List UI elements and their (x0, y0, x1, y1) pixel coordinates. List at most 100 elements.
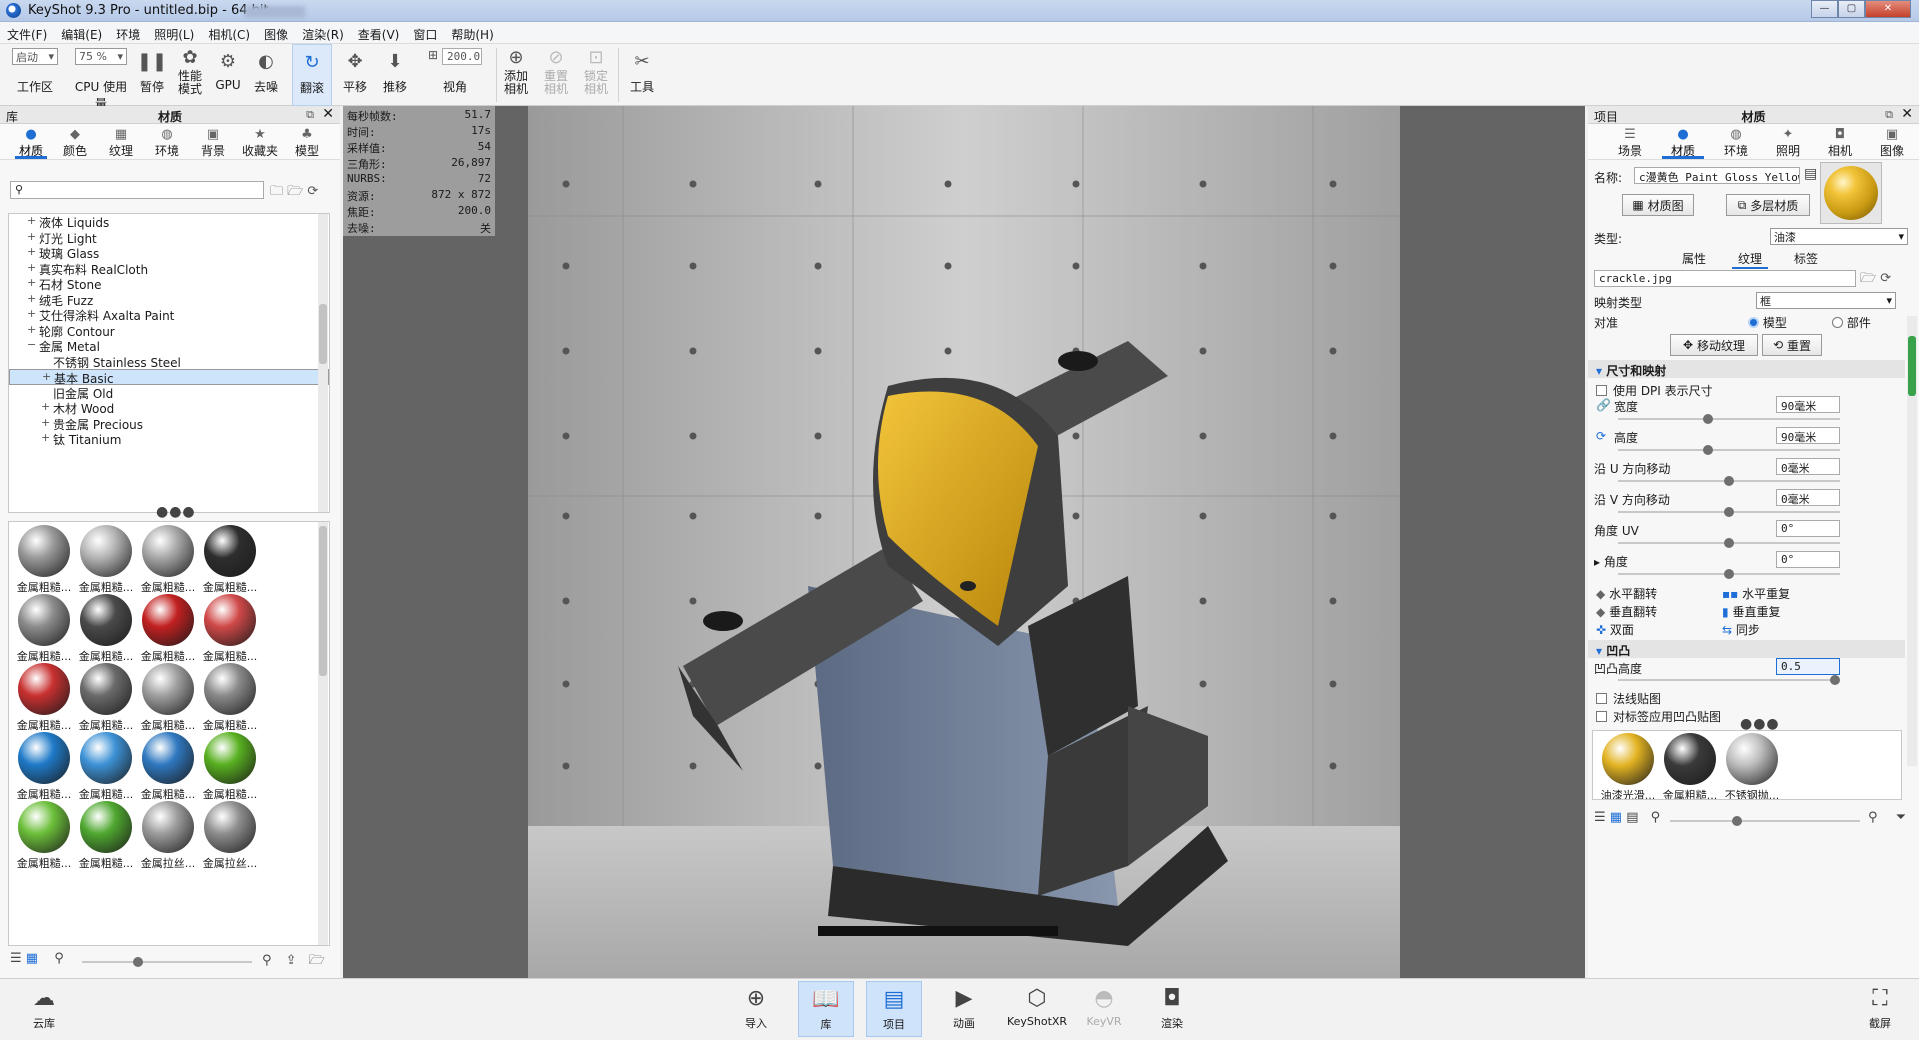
flip-vertical-toggle[interactable]: ◆ 垂直翻转 (1596, 603, 1657, 620)
property-slider[interactable] (1618, 538, 1840, 548)
close-button[interactable]: ✕ (1865, 0, 1911, 18)
material-thumbnail[interactable]: 金属粗糙... (137, 662, 199, 732)
material-thumbnail[interactable]: 金属粗糙... (199, 662, 261, 732)
material-thumbnail[interactable]: 金属拉丝... (199, 800, 261, 870)
texture-file-input[interactable]: crackle.jpg (1594, 270, 1856, 287)
expand-icon[interactable]: + (27, 292, 36, 305)
project-material-thumbnail[interactable]: 金属粗糙... (1659, 732, 1721, 799)
size-mapping-section[interactable]: ▾ 尺寸和映射 (1588, 360, 1905, 378)
tab-environments[interactable]: ◍ 环境 (144, 124, 190, 159)
tab-backplates[interactable]: ▣ 背景 (190, 124, 236, 159)
material-preview[interactable] (1820, 162, 1882, 224)
undock-icon[interactable]: ⧉ (1885, 108, 1893, 122)
tree-item[interactable]: + 贵金属 Precious (9, 416, 329, 432)
slider-knob[interactable] (1724, 476, 1734, 486)
material-thumbnail[interactable]: 金属粗糙... (13, 800, 75, 870)
subtab-textures[interactable]: 纹理 (1732, 250, 1769, 269)
render-button[interactable]: ◘ 渲染 (1144, 981, 1200, 1037)
expand-icon[interactable]: + (41, 416, 50, 429)
menu-lighting[interactable]: 照明(L) (147, 22, 201, 43)
list-view-icon[interactable]: ☰ (1594, 810, 1606, 825)
expand-icon[interactable]: + (27, 230, 36, 243)
library-button[interactable]: 📖 库 (798, 981, 854, 1037)
property-value-input[interactable]: 0° (1776, 551, 1840, 568)
tree-item[interactable]: 旧金属 Old (9, 385, 329, 401)
open-folder-icon[interactable]: 🗁 (1860, 271, 1876, 286)
link-icon[interactable]: 🔗 (1596, 398, 1611, 412)
menu-environment[interactable]: 环境 (109, 22, 147, 43)
material-thumbnail[interactable]: 金属粗糙... (13, 731, 75, 801)
tumble-button[interactable]: ↻ 翻滚 (292, 44, 332, 106)
expand-icon[interactable]: + (27, 245, 36, 258)
property-slider[interactable] (1618, 569, 1840, 579)
tree-item[interactable]: + 艾仕得涂料 Axalta Paint (9, 307, 329, 323)
properties-scrollbar[interactable] (1907, 316, 1917, 766)
subtab-properties[interactable]: 属性 (1682, 250, 1706, 269)
expand-icon[interactable]: + (27, 323, 36, 336)
menu-window[interactable]: 窗口 (406, 22, 444, 43)
bump-height-input[interactable]: 0.5 (1776, 658, 1840, 675)
normal-map-checkbox[interactable]: 法线贴图 (1596, 690, 1661, 707)
reset-texture-button[interactable]: ⟲ 重置 (1762, 334, 1822, 356)
tree-item[interactable]: + 灯光 Light (9, 230, 329, 246)
bump-height-slider[interactable] (1618, 675, 1840, 685)
menu-file[interactable]: 文件(F) (0, 22, 54, 43)
menu-view[interactable]: 查看(V) (351, 22, 407, 43)
material-thumbnail[interactable]: 金属粗糙... (13, 524, 75, 594)
property-slider[interactable] (1618, 445, 1840, 455)
move-texture-button[interactable]: ✥ 移动纹理 (1670, 334, 1758, 356)
tree-item[interactable]: + 钛 Titanium (9, 431, 329, 447)
cloud-library-button[interactable]: ☁ 云库 (16, 981, 72, 1037)
refresh-icon[interactable]: ⟳ (1596, 429, 1606, 443)
tab-textures[interactable]: ▦ 纹理 (98, 124, 144, 159)
tab-camera[interactable]: ◘ 相机 (1814, 124, 1866, 159)
keyvr-button[interactable]: ◓ KeyVR (1076, 981, 1132, 1037)
tree-scrollbar[interactable] (318, 214, 328, 512)
slider-knob[interactable] (1724, 569, 1734, 579)
material-thumbnail[interactable]: 金属粗糙... (75, 800, 137, 870)
animation-button[interactable]: ▶ 动画 (936, 981, 992, 1037)
property-value-input[interactable]: 90毫米 (1776, 427, 1840, 444)
repeat-horizontal-toggle[interactable]: ▪▪ 水平重复 (1722, 585, 1790, 602)
material-thumbnail[interactable]: 金属粗糙... (75, 731, 137, 801)
refresh-icon[interactable]: ⟳ (307, 184, 318, 199)
slider-knob[interactable] (1830, 675, 1840, 685)
material-thumbnail[interactable]: 金属粗糙... (137, 593, 199, 663)
tile-view-icon[interactable]: ▤ (1626, 810, 1638, 825)
material-thumbnail[interactable]: 金属粗糙... (13, 593, 75, 663)
expand-icon[interactable]: + (27, 214, 36, 227)
denoise-button[interactable]: ◐ 去噪 (248, 44, 284, 106)
property-slider[interactable] (1618, 414, 1840, 424)
expand-icon[interactable]: + (27, 276, 36, 289)
tree-item[interactable]: + 木材 Wood (9, 400, 329, 416)
collapse-icon[interactable]: − (27, 338, 36, 351)
keyshotxr-button[interactable]: ⬡ KeyShotXR (1004, 981, 1070, 1037)
align-model-radio[interactable]: 模型 (1748, 314, 1787, 331)
align-part-radio[interactable]: 部件 (1832, 314, 1871, 331)
material-graph-button[interactable]: ▦ 材质图 (1622, 194, 1694, 216)
undock-icon[interactable]: ⧉ (306, 108, 314, 122)
workspace-tool[interactable]: 启动 ▾ 工作区 (10, 44, 60, 106)
close-panel-icon[interactable]: ✕ (1901, 106, 1913, 122)
material-thumbnail[interactable]: 金属拉丝... (137, 800, 199, 870)
reset-camera-button[interactable]: ⊘ 重置 相机 (540, 44, 572, 106)
property-slider[interactable] (1618, 476, 1840, 486)
material-thumbnail[interactable]: 金属粗糙... (75, 593, 137, 663)
material-thumbnail[interactable]: 金属粗糙... (199, 731, 261, 801)
slider-knob[interactable] (1702, 445, 1713, 455)
tree-item[interactable]: − 金属 Metal (9, 338, 329, 354)
add-camera-button[interactable]: ⊕ 添加 相机 (500, 44, 532, 106)
expand-icon[interactable]: + (41, 400, 50, 413)
material-thumbnail[interactable]: 金属粗糙... (199, 593, 261, 663)
splitter-handle[interactable]: ●●● (156, 504, 196, 520)
expand-icon[interactable]: + (27, 307, 36, 320)
filter-icon[interactable]: ⏷ (1896, 810, 1906, 825)
tree-item[interactable]: + 石材 Stone (9, 276, 329, 292)
property-value-input[interactable]: 0° (1776, 520, 1840, 537)
material-thumbnail[interactable]: 金属粗糙... (75, 662, 137, 732)
material-type-select[interactable]: 油漆 ▾ (1770, 228, 1908, 245)
pan-button[interactable]: ✥ 平移 (338, 44, 372, 106)
grid-view-icon[interactable]: ▦ (26, 951, 38, 966)
subtab-labels[interactable]: 标签 (1794, 250, 1818, 269)
menu-camera[interactable]: 相机(C) (201, 22, 257, 43)
